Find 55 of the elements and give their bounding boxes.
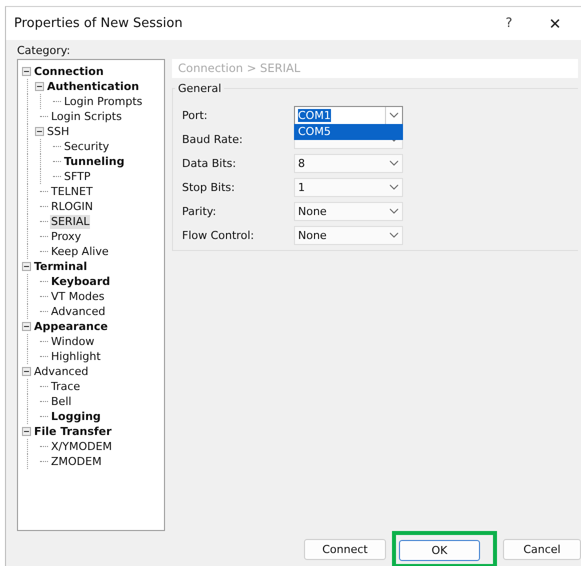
- tree-item[interactable]: Keep Alive: [50, 244, 110, 258]
- group-title: General: [177, 82, 222, 95]
- tree-item[interactable]: TELNET: [50, 184, 94, 198]
- field-label: Baud Rate:: [181, 132, 244, 146]
- tree-item[interactable]: ZMODEM: [50, 454, 103, 468]
- tree-item[interactable]: Login Prompts: [63, 94, 144, 108]
- tree-item[interactable]: RLOGIN: [50, 200, 94, 214]
- window-title: Properties of New Session: [14, 16, 184, 31]
- dropdown[interactable]: 8: [294, 154, 403, 172]
- tree-item[interactable]: Proxy: [50, 230, 82, 244]
- tree-item[interactable]: Login Scripts: [50, 110, 123, 124]
- tree-item[interactable]: VT Modes: [50, 290, 106, 304]
- dropdown[interactable]: 1: [294, 178, 403, 196]
- tree-item[interactable]: Connection: [33, 64, 105, 78]
- tree-item[interactable]: Authentication: [46, 80, 140, 94]
- dialog-button[interactable]: Connect: [304, 539, 386, 560]
- tree-item[interactable]: Window: [50, 334, 96, 348]
- tree-item[interactable]: X/YMODEM: [50, 440, 114, 454]
- breadcrumb-field: Connection > SERIAL: [172, 59, 578, 78]
- dropdown[interactable]: None: [294, 226, 403, 244]
- collapse-icon[interactable]: [22, 427, 31, 436]
- dialog-button[interactable]: Cancel: [502, 539, 581, 560]
- dropdown-option[interactable]: COM5: [295, 124, 402, 138]
- tree-item[interactable]: Advanced: [50, 304, 106, 318]
- tree-item[interactable]: Terminal: [33, 260, 88, 274]
- tree-item[interactable]: Appearance: [33, 320, 109, 334]
- help-button[interactable]: ?: [489, 16, 529, 31]
- tree-item[interactable]: File Transfer: [33, 424, 113, 438]
- tree-item[interactable]: SSH: [46, 124, 70, 138]
- dialog-button[interactable]: OK: [398, 540, 480, 561]
- tree-item[interactable]: Tunneling: [63, 154, 126, 168]
- dropdown[interactable]: None: [294, 202, 403, 220]
- field-label: Data Bits:: [181, 156, 238, 170]
- tree-item[interactable]: SFTP: [63, 170, 92, 184]
- field-label: Stop Bits:: [181, 180, 236, 194]
- tree-item[interactable]: Bell: [50, 394, 72, 408]
- tree-item[interactable]: Trace: [50, 380, 82, 394]
- collapse-icon[interactable]: [22, 367, 31, 376]
- field-label: Flow Control:: [181, 228, 256, 242]
- field-label: Port:: [181, 108, 209, 122]
- tree-item[interactable]: Logging: [50, 410, 102, 424]
- field-label: Parity:: [181, 204, 218, 218]
- dropdown[interactable]: COM1: [294, 106, 403, 124]
- collapse-icon[interactable]: [22, 262, 31, 271]
- close-button[interactable]: ✕: [529, 14, 581, 32]
- tree-item[interactable]: Security: [63, 140, 110, 154]
- collapse-icon[interactable]: [35, 82, 44, 91]
- category-label: Category:: [16, 43, 72, 59]
- tree-item[interactable]: Highlight: [50, 350, 102, 364]
- collapse-icon[interactable]: [35, 127, 44, 136]
- tree-item[interactable]: SERIAL: [50, 214, 90, 228]
- collapse-icon[interactable]: [22, 322, 31, 331]
- collapse-icon[interactable]: [22, 67, 31, 76]
- tree-item[interactable]: Keyboard: [50, 274, 112, 288]
- tree-item[interactable]: Advanced: [33, 364, 90, 378]
